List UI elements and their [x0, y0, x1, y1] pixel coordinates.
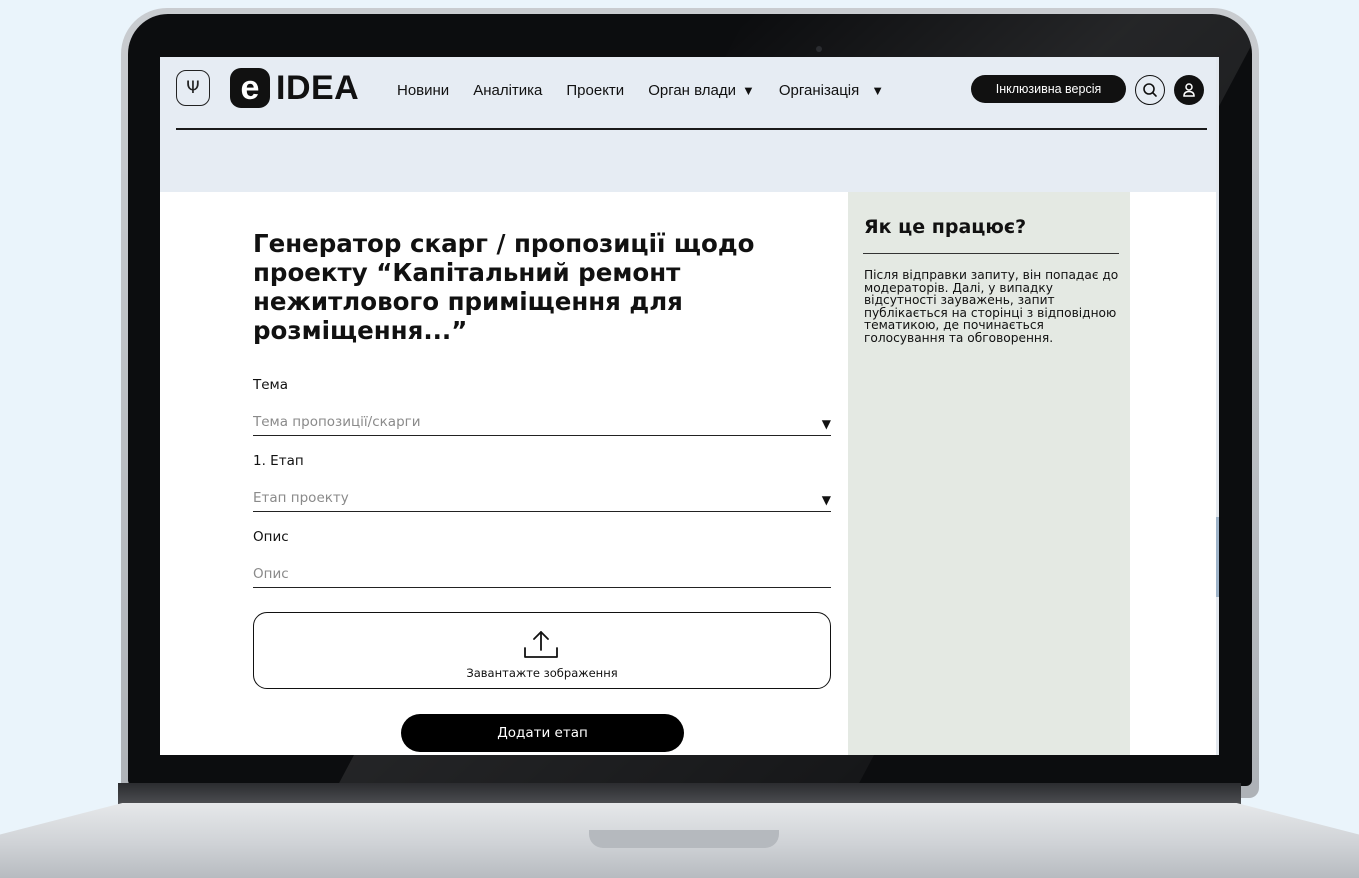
how-it-works-title: Як це працює? [864, 216, 1027, 238]
search-icon [1143, 83, 1157, 97]
nav-item-label: Організація [778, 81, 860, 99]
nav-item-analytics[interactable]: Аналітика [473, 82, 542, 99]
dropdown-arrow-icon[interactable]: ▼ [822, 493, 831, 507]
add-stage-button[interactable]: Додати етап [401, 714, 684, 752]
scrollbar[interactable] [1216, 57, 1219, 755]
nav-item-label: Проекти [566, 81, 625, 99]
stage-select[interactable]: ▼ [253, 486, 831, 512]
inclusive-version-button[interactable]: Інклюзивна версія [971, 75, 1126, 103]
how-it-works-panel: Як це працює? Після відправки запиту, ві… [848, 192, 1130, 755]
main-nav: Новини Аналітика Проекти Орган влади ▼ О… [397, 79, 908, 101]
topic-select[interactable]: ▼ [253, 410, 831, 436]
upload-label: Завантажте зображення [466, 666, 618, 680]
stage-label: 1. Етап [253, 453, 304, 469]
screen: Ψ e IDEA Новини Аналітика Проекти Орган … [160, 57, 1219, 755]
nav-item-label: Аналітика [473, 81, 543, 99]
ukraine-crest-icon[interactable]: Ψ [176, 70, 210, 106]
stage-input[interactable] [253, 486, 793, 510]
header-divider [176, 128, 1207, 130]
topic-input[interactable] [253, 410, 793, 434]
description-input[interactable] [253, 562, 793, 586]
laptop-notch [589, 830, 779, 848]
camera-icon [816, 46, 822, 52]
description-label: Опис [253, 529, 289, 545]
page-title: Генератор скарг / пропозиції щодо проект… [253, 229, 755, 345]
dropdown-arrow-icon[interactable]: ▼ [822, 417, 831, 431]
search-button[interactable] [1135, 75, 1165, 105]
caret-down-icon: ▼ [871, 82, 885, 98]
image-upload-area[interactable]: Завантажте зображення [253, 612, 831, 689]
topic-label: Тема [253, 377, 289, 393]
site-logo[interactable]: e IDEA [230, 68, 359, 108]
laptop-base [0, 783, 1359, 878]
nav-item-label: Новини [397, 81, 450, 99]
user-icon [1183, 83, 1195, 97]
logo-text: IDEA [276, 68, 360, 107]
nav-item-organization[interactable]: Організація ▼ [779, 82, 884, 99]
logo-letter: e [230, 68, 270, 108]
scrollbar-thumb[interactable] [1216, 517, 1219, 597]
nav-item-authority[interactable]: Орган влади ▼ [648, 82, 755, 99]
site-header: Ψ e IDEA Новини Аналітика Проекти Орган … [160, 57, 1219, 192]
caret-down-icon: ▼ [741, 82, 755, 98]
how-it-works-text: Після відправки запиту, він попадає до м… [864, 268, 1119, 345]
upload-icon [524, 631, 558, 658]
sidebar-divider [863, 253, 1119, 254]
description-field[interactable] [253, 562, 831, 588]
nav-item-news[interactable]: Новини [397, 82, 449, 99]
nav-item-label: Орган влади [648, 81, 736, 99]
crest-glyph: Ψ [186, 77, 200, 98]
nav-item-projects[interactable]: Проекти [566, 82, 624, 99]
user-button[interactable] [1174, 75, 1204, 105]
